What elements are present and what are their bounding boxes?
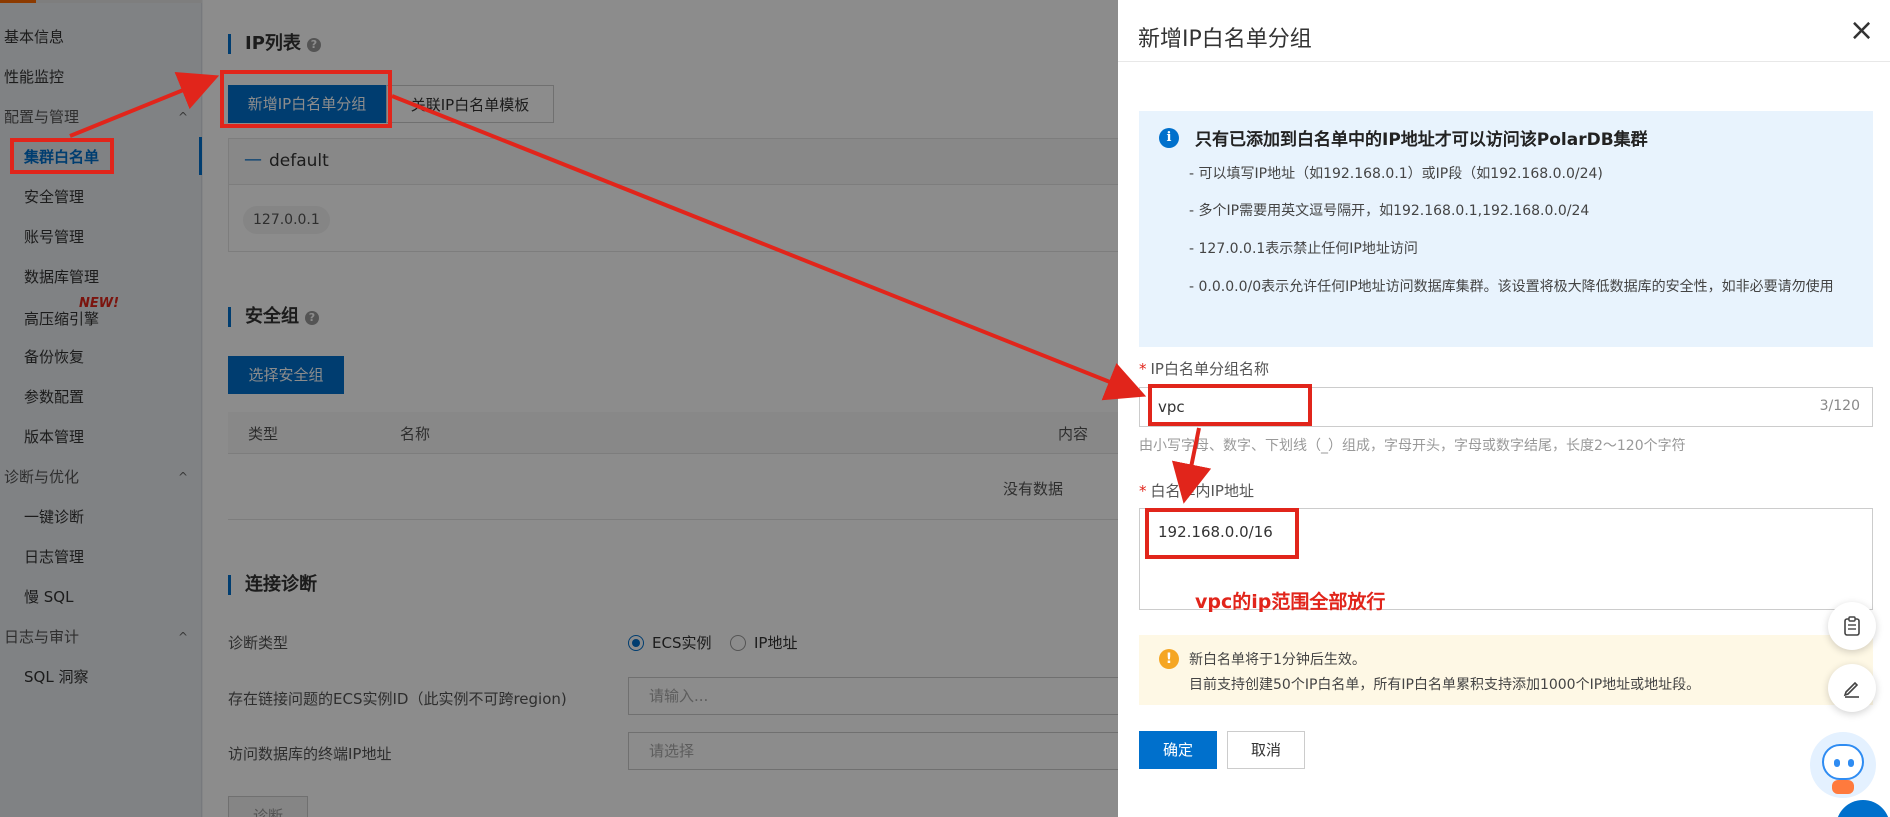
arrow-sidebar-to-button (69, 71, 220, 138)
arrow-name-to-ip (1171, 427, 1212, 504)
arrow-button-to-drawer (391, 94, 1147, 401)
annotation-arrows (69, 71, 1212, 504)
